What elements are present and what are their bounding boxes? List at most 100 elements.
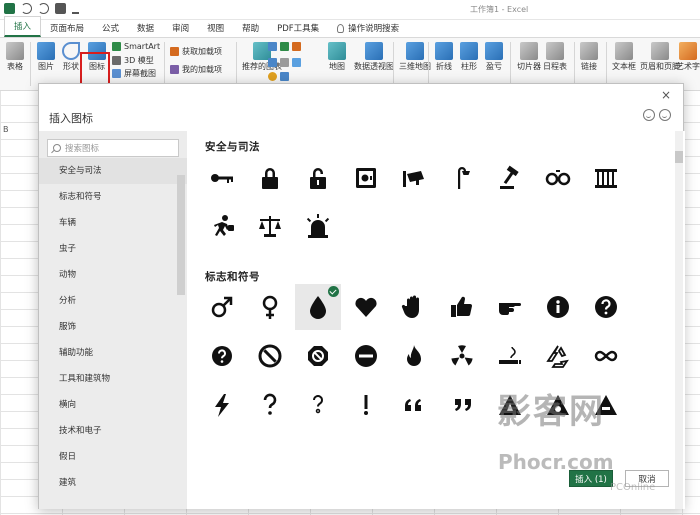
justice-scales-icon[interactable]	[247, 203, 293, 249]
tab-formulas[interactable]: 公式	[93, 22, 128, 37]
flame-icon[interactable]	[391, 333, 437, 379]
minus-circle-icon[interactable]	[343, 333, 389, 379]
close-icon[interactable]: ×	[661, 88, 671, 102]
wordart-button[interactable]: 艺术字	[676, 42, 700, 72]
tab-insert[interactable]: 插入	[4, 16, 42, 37]
table-button[interactable]: 表格	[6, 42, 24, 72]
category-item[interactable]: 工具和建筑物	[39, 366, 187, 392]
category-item[interactable]: 虫子	[39, 236, 187, 262]
stat-chart-icon	[292, 42, 301, 51]
running-thief-icon[interactable]	[199, 203, 245, 249]
category-item[interactable]: 动物	[39, 262, 187, 288]
tab-data[interactable]: 数据	[128, 22, 163, 37]
category-item[interactable]: 建筑	[39, 470, 187, 496]
3d-map-button[interactable]: 三维地图	[399, 42, 431, 72]
radiation-icon-glyph	[451, 345, 473, 366]
jail-bars-icon[interactable]	[583, 155, 629, 201]
infinity-icon[interactable]	[583, 333, 629, 379]
screenshot-button[interactable]: 屏幕截图	[112, 68, 156, 79]
scroll-thumb[interactable]	[675, 151, 683, 163]
frown-feedback-icon[interactable]	[659, 109, 671, 121]
hand-stop-icon[interactable]	[391, 284, 437, 330]
unlock-icon[interactable]	[295, 155, 341, 201]
tab-view[interactable]: 视图	[198, 22, 233, 37]
customize-qat-icon[interactable]	[72, 3, 79, 14]
gallery-scrollbar[interactable]	[675, 131, 683, 509]
question-hook-icon[interactable]	[295, 382, 341, 428]
thumbs-up-icon[interactable]	[439, 284, 485, 330]
smoking-icon[interactable]	[487, 333, 533, 379]
no-entry-icon[interactable]	[247, 333, 293, 379]
maps-button[interactable]: 地图	[328, 42, 346, 72]
pointing-hand-icon[interactable]	[487, 284, 533, 330]
info-icon-glyph	[547, 296, 569, 318]
close-quote-icon[interactable]	[439, 382, 485, 428]
column-chart-dropdown[interactable]	[268, 42, 301, 51]
recycle-icon[interactable]	[535, 333, 581, 379]
line-chart-dropdown[interactable]	[268, 58, 301, 67]
question-circle-icon[interactable]	[583, 284, 629, 330]
sparkline-line-button[interactable]: 折线	[435, 42, 453, 72]
undo-icon[interactable]	[21, 3, 32, 14]
timeline-button[interactable]: 日程表	[543, 42, 567, 72]
smartart-button[interactable]: SmartArt	[112, 42, 160, 51]
textbox-button[interactable]: 文本框	[612, 42, 636, 72]
heart-icon[interactable]	[343, 284, 389, 330]
drop-icon[interactable]	[295, 284, 341, 330]
female-symbol-icon[interactable]	[247, 284, 293, 330]
wordart-icon	[679, 42, 697, 60]
category-item[interactable]: 服饰	[39, 314, 187, 340]
question-mark-icon[interactable]	[247, 382, 293, 428]
lock-icon[interactable]	[247, 155, 293, 201]
open-quote-icon[interactable]	[391, 382, 437, 428]
safe-icon-glyph	[356, 168, 376, 188]
pictures-button[interactable]: 图片	[37, 42, 55, 72]
link-button[interactable]: 链接	[580, 42, 598, 72]
question-circle-small-icon[interactable]	[199, 333, 245, 379]
prohibited-icon[interactable]	[295, 333, 341, 379]
my-addins-button[interactable]: 我的加载项	[170, 64, 222, 75]
sparkline-winloss-button[interactable]: 盈亏	[485, 42, 503, 72]
category-item[interactable]: 技术和电子	[39, 418, 187, 444]
street-lamp-icon[interactable]	[439, 155, 485, 201]
category-item[interactable]: 标志和符号	[39, 184, 187, 210]
smile-feedback-icon[interactable]	[643, 109, 655, 121]
category-item[interactable]: 横向	[39, 392, 187, 418]
siren-icon[interactable]	[295, 203, 341, 249]
male-symbol-icon[interactable]	[199, 284, 245, 330]
key-icon[interactable]	[199, 155, 245, 201]
shapes-button[interactable]: 形状	[62, 42, 80, 72]
category-item[interactable]: 假日	[39, 444, 187, 470]
category-item[interactable]: 车辆	[39, 210, 187, 236]
tab-pdf-tools[interactable]: PDF工具集	[268, 22, 328, 37]
slicer-button[interactable]: 切片器	[517, 42, 541, 72]
cctv-camera-icon[interactable]	[391, 155, 437, 201]
category-item[interactable]: 分析	[39, 288, 187, 314]
redo-icon[interactable]	[38, 3, 49, 14]
save-icon[interactable]	[4, 3, 15, 14]
female-symbol-icon-glyph	[262, 295, 278, 319]
siren-icon-glyph	[306, 214, 330, 238]
info-icon[interactable]	[535, 284, 581, 330]
3d-model-button[interactable]: 3D 模型	[112, 55, 154, 66]
camera-icon[interactable]	[55, 3, 66, 14]
gavel-icon[interactable]	[487, 155, 533, 201]
sparkline-column-button[interactable]: 柱形	[460, 42, 478, 72]
pie-chart-dropdown[interactable]	[268, 72, 289, 81]
radiation-icon[interactable]	[439, 333, 485, 379]
tell-me-box[interactable]: 操作说明搜索	[328, 22, 408, 37]
category-item[interactable]: 辅助功能	[39, 340, 187, 366]
header-footer-button[interactable]: 页眉和页脚	[640, 42, 680, 72]
handcuffs-icon[interactable]	[535, 155, 581, 201]
search-input[interactable]: 搜索图标	[47, 139, 179, 157]
safe-icon[interactable]	[343, 155, 389, 201]
exclamation-icon[interactable]	[343, 382, 389, 428]
get-addins-button[interactable]: 获取加载项	[170, 46, 222, 57]
pivotchart-button[interactable]: 数据透视图	[354, 42, 394, 72]
sidebar-scrollbar[interactable]	[177, 175, 185, 295]
tab-page-layout[interactable]: 页面布局	[41, 22, 93, 37]
category-item[interactable]: 安全与司法	[39, 158, 187, 184]
tab-help[interactable]: 帮助	[233, 22, 268, 37]
tab-review[interactable]: 审阅	[163, 22, 198, 37]
lightning-icon[interactable]	[199, 382, 245, 428]
